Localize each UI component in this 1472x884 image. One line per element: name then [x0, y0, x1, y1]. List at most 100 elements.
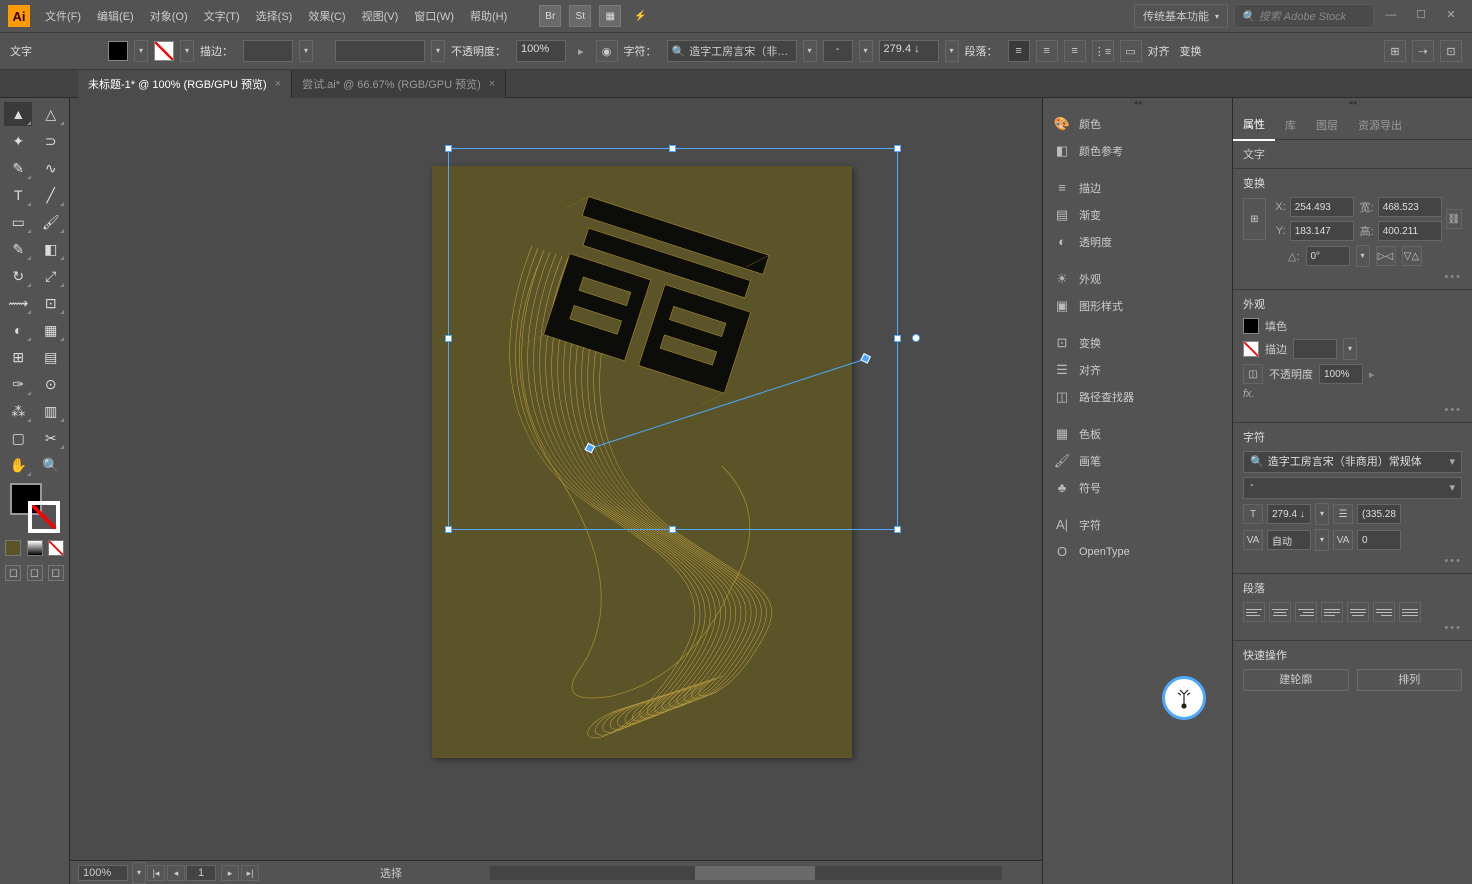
transform-more[interactable]: ••• [1243, 271, 1462, 283]
font-family-input[interactable]: 🔍造字工房言宋（非… [667, 40, 797, 62]
zoom-drop[interactable]: ▾ [132, 862, 146, 884]
menu-select[interactable]: 选择(S) [249, 4, 300, 28]
para-justify-all[interactable] [1399, 602, 1421, 622]
char-font-family[interactable]: 🔍造字工房言宋（非商用）常规体 [1243, 451, 1462, 473]
panel-transparency[interactable]: ◐透明度 [1043, 228, 1232, 255]
char-size-input[interactable] [1267, 504, 1311, 524]
var-width-drop[interactable]: ▾ [431, 40, 445, 62]
flip-v-icon[interactable]: ▽△ [1402, 246, 1422, 266]
dock-grip[interactable]: ◂◂ [1043, 98, 1232, 110]
char-more[interactable]: ••• [1243, 555, 1462, 567]
rotate-handle[interactable] [912, 334, 920, 342]
para-align-right[interactable] [1295, 602, 1317, 622]
window-close[interactable]: ✕ [1438, 6, 1464, 26]
gpu-icon[interactable]: ⚡ [629, 5, 651, 27]
menu-object[interactable]: 对象(O) [143, 4, 195, 28]
align-center-btn[interactable]: ≡ [1036, 40, 1058, 62]
menu-effect[interactable]: 效果(C) [301, 4, 352, 28]
para-justify-left[interactable] [1321, 602, 1343, 622]
stroke-weight-input[interactable] [243, 40, 293, 62]
sel-handle-tl[interactable] [445, 145, 452, 152]
menu-help[interactable]: 帮助(H) [463, 4, 514, 28]
rp-tab-layers[interactable]: 图层 [1306, 110, 1348, 140]
ctrl-icon-2[interactable]: ⇢ [1412, 40, 1434, 62]
panel-align[interactable]: ☰对齐 [1043, 356, 1232, 383]
first-artboard-btn[interactable]: |◂ [147, 865, 165, 881]
recolor-icon[interactable]: ◉ [596, 40, 618, 62]
magic-wand-tool[interactable]: ✦ [4, 129, 32, 153]
type-tool[interactable]: T [4, 183, 32, 207]
para-justify-center[interactable] [1347, 602, 1369, 622]
panel-swatches[interactable]: ▦色板 [1043, 420, 1232, 447]
sel-handle-bl[interactable] [445, 526, 452, 533]
arrange-btn[interactable]: 排列 [1357, 669, 1463, 691]
appearance-opacity-input[interactable] [1319, 364, 1363, 384]
next-artboard-btn[interactable]: ▸ [221, 865, 239, 881]
font-size-input[interactable]: 279.4 ↓ [879, 40, 939, 62]
horizontal-scrollbar[interactable] [490, 866, 1002, 880]
panel-color-guide[interactable]: ◧颜色参考 [1043, 137, 1232, 164]
window-maximize[interactable]: ☐ [1408, 6, 1434, 26]
slice-tool[interactable]: ✂ [37, 426, 65, 450]
curvature-tool[interactable]: ∿ [37, 156, 65, 180]
rotate-tool[interactable]: ↻ [4, 264, 32, 288]
menu-view[interactable]: 视图(V) [355, 4, 406, 28]
tab-1-close[interactable]: × [275, 78, 281, 90]
panel-symbols[interactable]: ♣符号 [1043, 474, 1232, 501]
rp-tab-properties[interactable]: 属性 [1233, 109, 1275, 141]
color-mode-btn[interactable] [5, 540, 21, 556]
zoom-level[interactable]: 100% [78, 865, 128, 881]
tab-2-close[interactable]: × [489, 78, 495, 90]
panel-color[interactable]: 🎨颜色 [1043, 110, 1232, 137]
panel-appearance[interactable]: ☀外观 [1043, 265, 1232, 292]
reference-point-widget[interactable]: ⊞ [1243, 198, 1266, 240]
graph-tool[interactable]: ▥ [37, 399, 65, 423]
direct-selection-tool[interactable]: △ [37, 102, 65, 126]
pen-tool[interactable]: ✎ [4, 156, 32, 180]
char-font-style[interactable]: - [1243, 477, 1462, 499]
workspace-switcher[interactable]: 传统基本功能 ▾ [1134, 4, 1228, 28]
search-stock-input[interactable]: 🔍搜索 Adobe Stock [1234, 4, 1374, 28]
ctrl-icon-1[interactable]: ⊞ [1384, 40, 1406, 62]
flip-h-icon[interactable]: ▷◁ [1376, 246, 1396, 266]
zoom-tool[interactable]: 🔍 [37, 453, 65, 477]
sel-handle-tc[interactable] [669, 145, 676, 152]
fx-label[interactable]: fx. [1243, 388, 1255, 400]
fill-swatch[interactable] [108, 41, 128, 61]
artboard-number[interactable]: 1 [186, 865, 216, 881]
angle-drop[interactable]: ▾ [1356, 245, 1370, 267]
char-kern-input[interactable] [1267, 530, 1311, 550]
appearance-stroke-swatch[interactable] [1243, 341, 1259, 357]
font-style-drop[interactable]: ▾ [859, 40, 873, 62]
gradient-tool[interactable]: ▤ [37, 345, 65, 369]
appearance-more[interactable]: ••• [1243, 404, 1462, 416]
appearance-stroke-weight[interactable] [1293, 339, 1337, 359]
eyedropper-tool[interactable]: ✑ [4, 372, 32, 396]
rectangle-tool[interactable]: ▭ [4, 210, 32, 234]
fill-stroke-widget[interactable] [10, 483, 60, 533]
panel-transform[interactable]: ⊡变换 [1043, 329, 1232, 356]
last-artboard-btn[interactable]: ▸| [241, 865, 259, 881]
sel-handle-tr[interactable] [894, 145, 901, 152]
opacity-arrow-icon[interactable]: ▸ [578, 45, 584, 58]
width-tool[interactable]: ⟿ [4, 291, 32, 315]
symbol-sprayer-tool[interactable]: ⁂ [4, 399, 32, 423]
hscroll-thumb[interactable] [695, 866, 815, 880]
menu-type[interactable]: 文字(T) [197, 4, 247, 28]
sel-handle-bc[interactable] [669, 526, 676, 533]
bullet-btn[interactable]: ⋮≡ [1092, 40, 1114, 62]
perspective-tool[interactable]: ▦ [37, 318, 65, 342]
draw-behind-btn[interactable]: ◻ [27, 565, 43, 581]
scale-tool[interactable]: ⤢ [37, 264, 65, 288]
w-input[interactable] [1378, 197, 1442, 217]
menu-file[interactable]: 文件(F) [38, 4, 88, 28]
paintbrush-tool[interactable]: 🖌 [37, 210, 65, 234]
ctrl-icon-3[interactable]: ⊡ [1440, 40, 1462, 62]
bridge-icon[interactable]: Br [539, 5, 561, 27]
shape-builder-tool[interactable]: ◐ [4, 318, 32, 342]
selection-bounding-box[interactable] [448, 148, 898, 530]
align-right-btn[interactable]: ≡ [1064, 40, 1086, 62]
free-transform-tool[interactable]: ⊡ [37, 291, 65, 315]
stroke-dropdown[interactable]: ▾ [180, 40, 194, 62]
link-wh-icon[interactable]: ⛓ [1446, 209, 1462, 229]
